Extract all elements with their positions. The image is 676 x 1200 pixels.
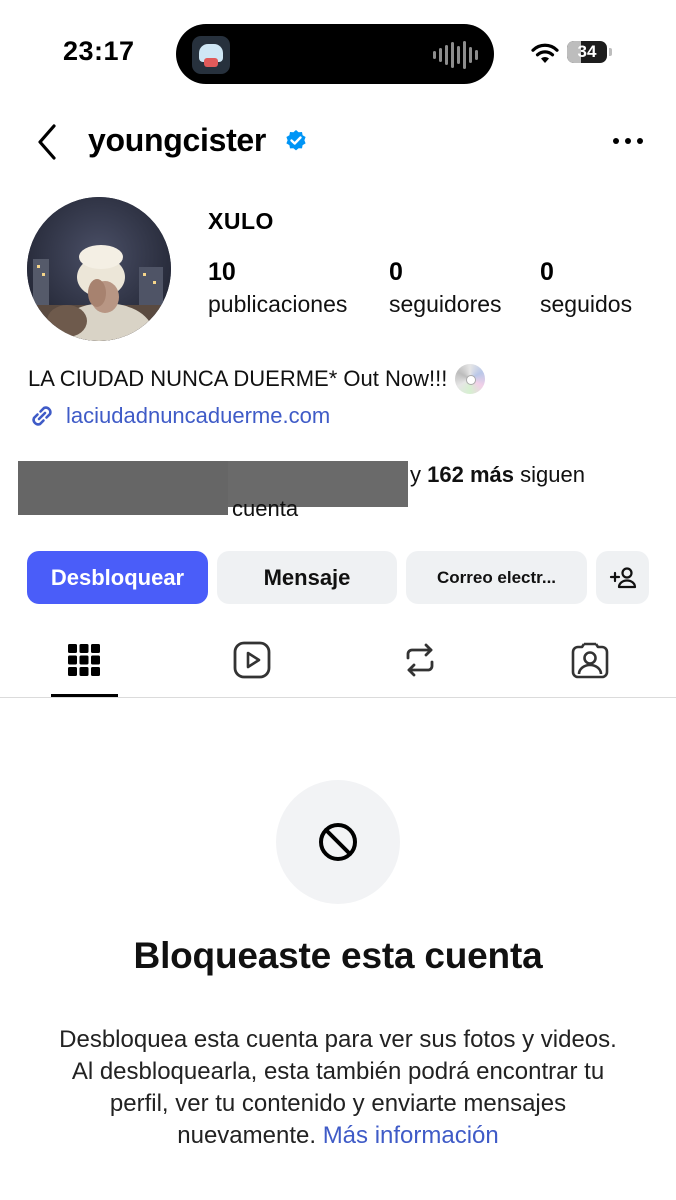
- profile-link[interactable]: laciudadnuncaduerme.com: [26, 400, 330, 432]
- bio: LA CIUDAD NUNCA DUERME* Out Now!!!: [28, 364, 486, 394]
- grid-icon: [68, 644, 100, 676]
- tab-reels[interactable]: [232, 638, 272, 682]
- add-person-icon: [609, 566, 636, 588]
- status-time: 23:17: [63, 36, 135, 66]
- reels-icon: [233, 641, 271, 679]
- stat-label: seguidos: [540, 291, 633, 317]
- profile-username: youngcister: [88, 122, 267, 158]
- more-icon[interactable]: [612, 134, 644, 148]
- battery-icon: 34: [567, 41, 612, 63]
- battery-level: 34: [577, 42, 597, 61]
- back-arrow-icon[interactable]: [30, 122, 66, 162]
- stat-label: seguidores: [389, 291, 502, 317]
- stat-value: 0: [389, 258, 403, 286]
- tab-reposts[interactable]: [400, 638, 440, 682]
- wifi-icon: [531, 43, 559, 63]
- display-name: XULO: [208, 208, 274, 234]
- blocked-badge: [276, 780, 400, 904]
- redaction-block: [18, 461, 228, 515]
- tab-tagged[interactable]: [570, 638, 610, 682]
- bio-text: LA CIUDAD NUNCA DUERME* Out Now!!!: [28, 366, 448, 391]
- divider: [0, 697, 676, 698]
- stat-following[interactable]: 0 seguidos: [540, 258, 632, 318]
- stat-value: 10: [208, 258, 236, 286]
- blocked-title: Bloqueaste esta cuenta: [133, 935, 543, 976]
- avatar[interactable]: [27, 197, 171, 341]
- more-info-link[interactable]: Más información: [323, 1122, 499, 1149]
- link-text[interactable]: laciudadnuncaduerme.com: [66, 403, 330, 429]
- stat-label: publicaciones: [208, 291, 348, 317]
- followed-by-tail: cuenta: [232, 496, 299, 521]
- stat-posts[interactable]: 10 publicaciones: [208, 258, 347, 318]
- tab-grid[interactable]: [64, 638, 104, 682]
- email-button[interactable]: Correo electr...: [406, 551, 587, 604]
- dynamic-island: [176, 24, 494, 84]
- followed-by-text[interactable]: y 162 más siguen: [410, 462, 585, 488]
- stat-followers[interactable]: 0 seguidores: [389, 258, 502, 318]
- message-button[interactable]: Mensaje: [217, 551, 397, 604]
- audio-wave-icon: [433, 41, 478, 69]
- blocked-description: Desbloquea esta cuenta para ver sus foto…: [58, 1024, 618, 1152]
- stat-value: 0: [540, 258, 554, 286]
- unblock-button[interactable]: Desbloquear: [27, 551, 208, 604]
- blocked-icon: [319, 823, 357, 861]
- link-icon: [32, 406, 52, 426]
- add-user-button[interactable]: [596, 551, 649, 604]
- app-icon: [192, 36, 230, 74]
- tagged-icon: [571, 642, 609, 679]
- cd-icon: [455, 364, 486, 394]
- verified-badge-icon: [286, 130, 306, 151]
- repost-icon: [406, 643, 434, 677]
- followed-by-count: 162 más: [427, 462, 514, 487]
